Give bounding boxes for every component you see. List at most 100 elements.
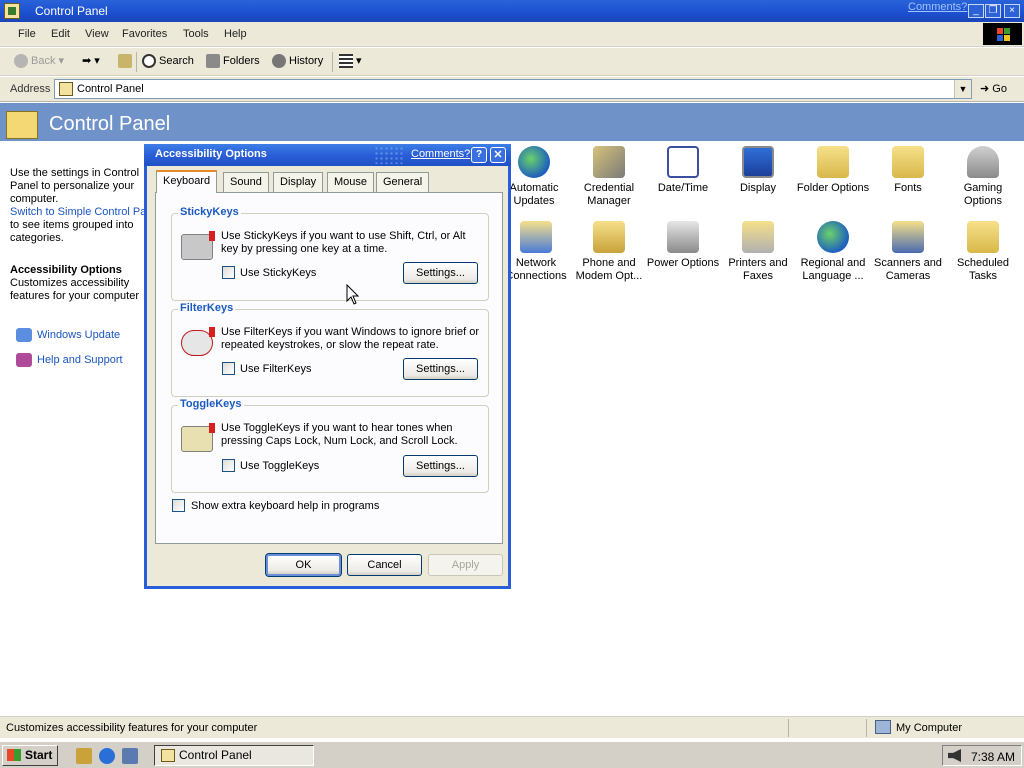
icon-scanners-cameras[interactable]: Scanners and Cameras (870, 221, 946, 283)
extra-help-label: Show extra keyboard help in programs (191, 500, 380, 512)
group-description: Use StickyKeys if you want to use Shift,… (221, 230, 466, 255)
task-label: Control Panel (179, 748, 252, 762)
history-button[interactable]: History (272, 54, 323, 70)
go-label: Go (992, 83, 1007, 95)
search-button[interactable]: Search (142, 54, 194, 70)
my-computer-icon (875, 720, 891, 734)
stickykeys-checkbox[interactable] (222, 266, 235, 279)
address-bar: Address Control Panel ▼ ➜ Go (0, 77, 1024, 102)
icon-label: Fonts (894, 182, 922, 194)
switch-view-link[interactable]: Switch to Simple Control Panel (10, 206, 150, 218)
up-folder-button[interactable] (118, 54, 135, 70)
icon-regional-language[interactable]: Regional and Language ... (795, 221, 871, 283)
left-pane: Use the settings in Control Panel to per… (0, 141, 150, 711)
extra-help-checkbox[interactable] (172, 499, 185, 512)
togglekeys-checkbox[interactable] (222, 459, 235, 472)
icon-display[interactable]: Display (720, 146, 796, 195)
filterkeys-settings-button[interactable]: Settings... (403, 358, 478, 380)
folder-icon (817, 146, 849, 178)
icon-credential-manager[interactable]: Credential Manager (571, 146, 647, 208)
icon-phone-modem[interactable]: Phone and Modem Opt... (571, 221, 647, 283)
stickykeys-settings-button[interactable]: Settings... (403, 262, 478, 284)
forward-button[interactable]: ➡ ▾ (82, 54, 100, 70)
globe-icon (518, 146, 550, 178)
windows-update-link[interactable]: Windows Update (16, 328, 120, 342)
show-desktop-icon[interactable] (76, 748, 92, 764)
up-folder-icon (118, 54, 132, 69)
menu-help[interactable]: Help (224, 28, 247, 40)
titlebar-decoration (374, 146, 404, 164)
help-support-label: Help and Support (37, 353, 123, 366)
tab-general[interactable]: General (376, 172, 430, 192)
accessibility-options-dialog: Accessibility Options Comments? ? ✕ Keyb… (144, 144, 511, 589)
speaker-icon[interactable] (948, 749, 961, 762)
icon-printers-faxes[interactable]: Printers and Faxes (720, 221, 796, 283)
icon-folder-options[interactable]: Folder Options (795, 146, 871, 195)
tab-sound[interactable]: Sound (223, 172, 269, 192)
group-description: Use ToggleKeys if you want to hear tones… (221, 422, 458, 447)
dialog-comments-link[interactable]: Comments? (411, 148, 470, 160)
back-button[interactable]: Back ▾ (14, 54, 64, 70)
group-title: ToggleKeys (178, 398, 244, 410)
group-description: Use FilterKeys if you want Windows to ig… (221, 326, 479, 351)
close-button[interactable]: × (1004, 4, 1020, 18)
chevron-down-icon[interactable]: ▼ (954, 80, 971, 98)
fonts-folder-icon (892, 146, 924, 178)
windows-flag-icon (7, 749, 21, 761)
control-panel-icon (161, 749, 175, 762)
folders-button[interactable]: Folders (206, 54, 260, 70)
toolbar-separator (332, 52, 333, 72)
filterkeys-checkbox[interactable] (222, 362, 235, 375)
page-title: Control Panel (49, 113, 171, 135)
menu-bar: File Edit View Favorites Tools Help (0, 22, 1024, 47)
outlook-express-icon[interactable] (122, 748, 138, 764)
joystick-icon (967, 146, 999, 178)
address-input[interactable]: Control Panel ▼ (54, 79, 972, 99)
icon-date-time[interactable]: Date/Time (645, 146, 721, 195)
apply-button[interactable]: Apply (428, 554, 503, 576)
togglekeys-settings-button[interactable]: Settings... (403, 455, 478, 477)
taskbar-control-panel[interactable]: Control Panel (154, 745, 314, 766)
control-panel-icon (4, 3, 20, 19)
task-folder-icon (967, 221, 999, 253)
views-button[interactable]: ▾ (339, 54, 362, 70)
menu-view[interactable]: View (85, 28, 109, 40)
help-support-link[interactable]: Help and Support (16, 353, 123, 367)
ok-button[interactable]: OK (265, 553, 342, 577)
go-button[interactable]: ➜ Go (980, 82, 1007, 95)
tab-mouse[interactable]: Mouse (327, 172, 375, 192)
tab-keyboard[interactable]: Keyboard (156, 170, 218, 193)
minimize-button[interactable]: _ (968, 4, 984, 18)
menu-file[interactable]: File (18, 28, 36, 40)
speaker-keys-icon (181, 423, 215, 452)
icon-label: Regional and Language ... (800, 257, 866, 282)
icon-power-options[interactable]: Power Options (645, 221, 721, 270)
menu-favorites[interactable]: Favorites (122, 28, 167, 40)
restore-button[interactable]: ❐ (985, 4, 1001, 18)
icon-scheduled-tasks[interactable]: Scheduled Tasks (945, 221, 1021, 283)
selected-item-title: Accessibility Options (10, 264, 122, 276)
help-book-icon (16, 353, 32, 367)
dialog-title: Accessibility Options (155, 148, 267, 160)
dialog-close-button[interactable]: ✕ (490, 147, 506, 163)
address-label: Address (10, 83, 51, 95)
menu-tools[interactable]: Tools (183, 28, 209, 40)
icon-gaming-options[interactable]: Gaming Options (945, 146, 1021, 208)
window-titlebar: Control Panel Comments? _ ❐ × (0, 0, 1024, 22)
icon-fonts[interactable]: Fonts (870, 146, 946, 195)
help-button[interactable]: ? (471, 147, 487, 163)
menu-edit[interactable]: Edit (51, 28, 70, 40)
monitor-icon (742, 146, 774, 178)
comments-link[interactable]: Comments? (908, 1, 967, 13)
start-button[interactable]: Start (2, 745, 58, 766)
windows-update-label: Windows Update (37, 328, 121, 341)
filterkeys-group: FilterKeys Use FilterKeys if you want Wi… (171, 302, 489, 397)
cancel-button[interactable]: Cancel (347, 554, 422, 576)
internet-explorer-icon[interactable] (99, 748, 115, 764)
calendar-clock-icon (667, 146, 699, 178)
start-label: Start (25, 748, 53, 762)
tab-display[interactable]: Display (273, 172, 324, 192)
search-icon (142, 54, 156, 69)
control-panel-icon (59, 82, 73, 96)
dialog-titlebar: Accessibility Options Comments? ? ✕ (144, 144, 511, 166)
